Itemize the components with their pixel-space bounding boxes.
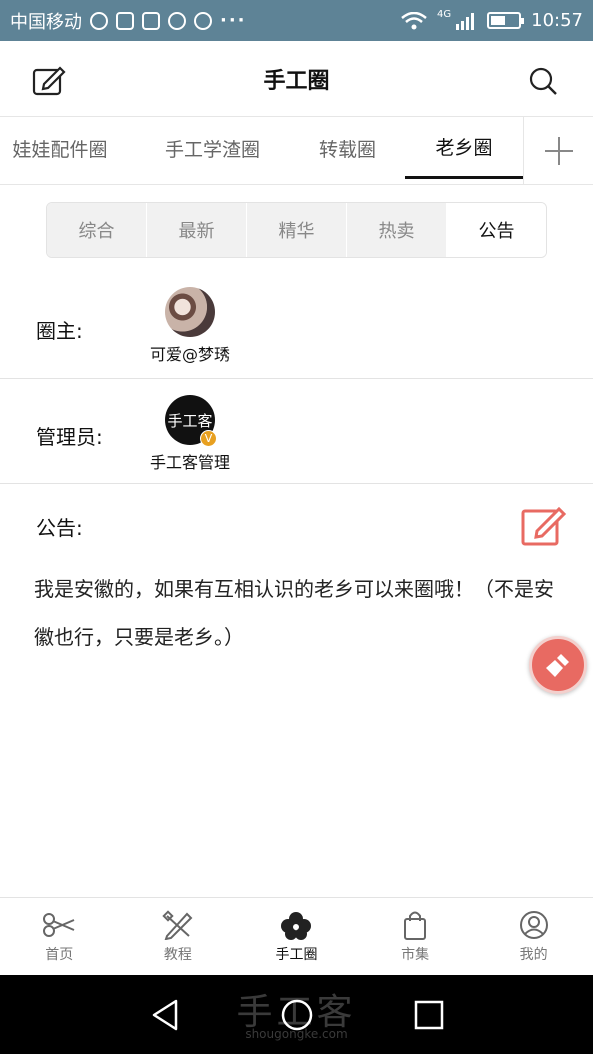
admin-profile[interactable]: 手工客 V 手工客管理 [138, 395, 242, 473]
notice-text: 我是安徽的，如果有互相认识的老乡可以来圈哦！（不是安徽也行，只要是老乡。） [34, 577, 554, 649]
nav-home[interactable]: 首页 [0, 898, 119, 975]
avatar[interactable] [165, 287, 215, 337]
app-header: 手工圈 [0, 41, 593, 117]
segment-hot-sale[interactable]: 热卖 [347, 203, 447, 257]
nav-profile[interactable]: 我的 [474, 898, 593, 975]
recent-apps-icon[interactable] [411, 997, 447, 1033]
content-segment-control: 综合 最新 精华 热卖 公告 [46, 202, 547, 258]
bottom-navigation: 首页 教程 手工圈 市集 我的 [0, 897, 593, 975]
app-notification-icon [116, 11, 134, 30]
segment-all[interactable]: 综合 [47, 203, 147, 257]
scissors-icon [43, 912, 75, 937]
pencil-ruler-icon [162, 909, 193, 940]
carrier-name: 中国移动 [10, 11, 82, 33]
signal-icon [456, 12, 475, 30]
more-notifications-icon: ··· [220, 10, 247, 31]
segment-featured[interactable]: 精华 [247, 203, 347, 257]
nav-handcraft-circle[interactable]: 手工圈 [237, 898, 356, 975]
wechat-icon [90, 11, 108, 30]
status-bar: 中国移动 ··· 4G 10:57 [0, 0, 593, 41]
network-type: 4G [437, 9, 452, 20]
search-icon[interactable] [528, 66, 558, 96]
verified-badge: V [200, 430, 217, 447]
back-icon[interactable] [148, 997, 184, 1033]
owner-row: 圈主: 可爱@梦琇 [0, 275, 593, 379]
owner-label: 圈主: [36, 319, 83, 343]
admin-label: 管理员: [36, 425, 103, 449]
admin-name[interactable]: 手工客管理 [150, 449, 230, 473]
wifi-icon [401, 11, 427, 29]
avatar[interactable]: 手工客 V [165, 395, 217, 447]
add-circle-button[interactable] [523, 117, 593, 184]
circle-tab-repost[interactable]: 转载圈 [300, 117, 395, 179]
shopping-bag-icon [404, 911, 427, 940]
segment-latest[interactable]: 最新 [147, 203, 247, 257]
system-navigation-bar: 手工客 shougongke.com [0, 975, 593, 1054]
battery-icon [487, 12, 525, 29]
user-icon [519, 910, 548, 939]
segment-notice[interactable]: 公告 [447, 203, 546, 257]
page-title: 手工圈 [263, 69, 330, 94]
nav-tutorials[interactable]: 教程 [119, 898, 238, 975]
nav-market[interactable]: 市集 [356, 898, 475, 975]
app-icon-2 [194, 11, 212, 30]
circle-tab-handcraft-newbie[interactable]: 手工学渣圈 [150, 117, 275, 179]
owner-name[interactable]: 可爱@梦琇 [150, 341, 230, 365]
circle-tab-bar: 娃娃配件圈 手工学渣圈 转载圈 老乡圈 [0, 117, 593, 185]
owner-profile[interactable]: 可爱@梦琇 [140, 287, 240, 365]
circle-tab-hometown[interactable]: 老乡圈 [405, 117, 523, 179]
edit-notice-icon[interactable] [521, 503, 567, 547]
notice-label: 公告: [36, 516, 83, 540]
broom-icon [546, 654, 569, 677]
plus-icon [544, 136, 573, 165]
app-icon [168, 11, 186, 30]
flower-icon [281, 911, 312, 940]
image-icon [142, 11, 160, 30]
clock: 10:57 [531, 10, 583, 31]
circle-tab-doll-accessories[interactable]: 娃娃配件圈 [0, 117, 120, 179]
floating-clean-button[interactable] [529, 636, 587, 694]
home-icon[interactable] [279, 997, 315, 1033]
admin-row: 管理员: 手工客 V 手工客管理 [0, 379, 593, 484]
